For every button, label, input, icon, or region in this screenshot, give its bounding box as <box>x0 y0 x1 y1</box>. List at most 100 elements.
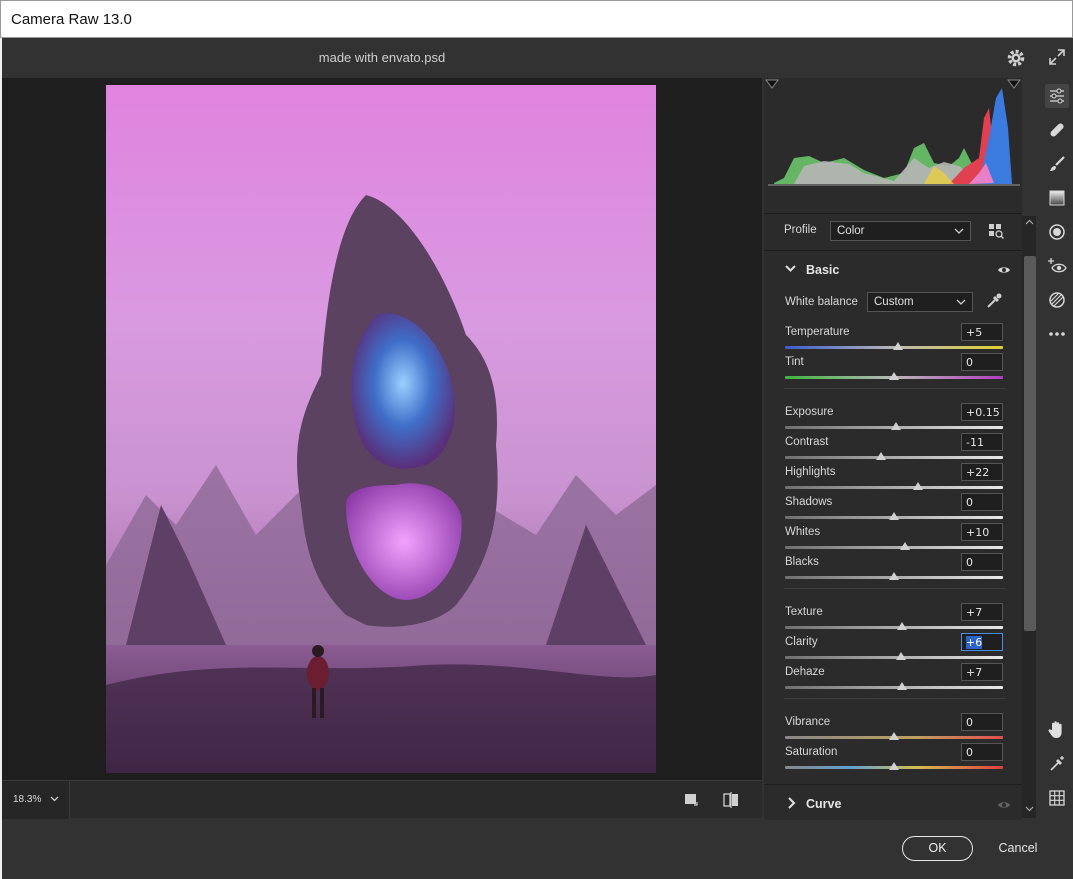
contrast-slider-thumb[interactable] <box>875 452 886 460</box>
profile-label: Profile <box>784 224 817 236</box>
histogram <box>764 78 1022 214</box>
profile-select[interactable]: Color <box>830 221 971 241</box>
whites-slider-row: Whites +10 <box>785 523 1005 556</box>
temperature-value: +5 <box>966 326 983 339</box>
blacks-slider-thumb[interactable] <box>889 572 899 580</box>
expand-icon[interactable] <box>1048 48 1066 66</box>
slider-group-divider <box>784 588 1006 589</box>
radial-filter-icon[interactable] <box>1045 220 1069 244</box>
clarity-slider-track[interactable] <box>785 656 1003 659</box>
temperature-slider-thumb[interactable] <box>893 342 904 350</box>
chevron-down-icon <box>785 265 796 272</box>
edit-sliders-icon[interactable] <box>1045 84 1069 108</box>
saturation-value: 0 <box>966 746 973 759</box>
window-title: Camera Raw 13.0 <box>11 11 132 28</box>
shadows-slider-thumb[interactable] <box>889 512 899 520</box>
exposure-value-field[interactable]: +0.15 <box>961 403 1003 421</box>
dehaze-slider-track[interactable] <box>785 686 1003 689</box>
eye-icon[interactable] <box>997 800 1011 810</box>
profile-browser-icon[interactable] <box>988 223 1004 239</box>
exposure-label: Exposure <box>785 406 834 418</box>
single-view-icon[interactable] <box>684 793 700 807</box>
shadows-value: 0 <box>966 496 973 509</box>
clarity-slider-thumb[interactable] <box>895 652 906 660</box>
texture-value-field[interactable]: +7 <box>961 603 1003 621</box>
blacks-value-field[interactable]: 0 <box>961 553 1003 571</box>
highlights-slider-track[interactable] <box>785 486 1003 489</box>
highlights-label: Highlights <box>785 466 836 478</box>
dehaze-slider-thumb[interactable] <box>896 682 907 690</box>
basic-section-header[interactable]: Basic <box>764 258 1022 282</box>
scrollbar-thumb[interactable] <box>1024 256 1036 631</box>
white-balance-select[interactable]: Custom <box>867 292 973 312</box>
tool-column <box>1040 78 1073 820</box>
title-bar: Camera Raw 13.0 <box>0 0 1073 38</box>
temperature-value-field[interactable]: +5 <box>961 323 1003 341</box>
dehaze-value: +7 <box>966 666 983 679</box>
chevron-right-icon <box>788 797 796 809</box>
photo-preview <box>106 85 656 773</box>
tint-slider-row: Tint 0 <box>785 353 1005 386</box>
tint-label: Tint <box>785 356 804 368</box>
healing-icon[interactable] <box>1045 118 1069 142</box>
highlights-value-field[interactable]: +22 <box>961 463 1003 481</box>
before-after-icon[interactable] <box>722 792 740 808</box>
highlights-value: +22 <box>966 466 990 479</box>
blacks-slider-row: Blacks 0 <box>785 553 1005 586</box>
temperature-slider-row: Temperature +5 <box>785 323 1005 356</box>
highlights-slider-thumb[interactable] <box>912 482 923 490</box>
vibrance-value: 0 <box>966 716 973 729</box>
tint-value-field[interactable]: 0 <box>961 353 1003 371</box>
exposure-slider-thumb[interactable] <box>891 422 902 430</box>
scroll-up-icon[interactable] <box>1025 219 1034 225</box>
scroll-down-icon[interactable] <box>1025 806 1034 812</box>
white-balance-label: White balance <box>785 296 858 308</box>
gear-icon[interactable] <box>1006 48 1026 68</box>
blacks-label: Blacks <box>785 556 819 568</box>
texture-slider-thumb[interactable] <box>896 622 907 630</box>
curve-section-header[interactable]: Curve <box>764 792 1022 816</box>
vibrance-label: Vibrance <box>785 716 831 728</box>
dialog-footer: OK Cancel <box>2 820 1073 879</box>
sampler-icon[interactable] <box>1045 752 1069 776</box>
dehaze-label: Dehaze <box>785 666 825 678</box>
contrast-value-field[interactable]: -11 <box>961 433 1003 451</box>
whites-value-field[interactable]: +10 <box>961 523 1003 541</box>
vibrance-value-field[interactable]: 0 <box>961 713 1003 731</box>
shadows-value-field[interactable]: 0 <box>961 493 1003 511</box>
clarity-value-field[interactable]: +6 <box>961 633 1003 651</box>
presets-icon[interactable] <box>1045 288 1069 312</box>
image-canvas[interactable] <box>2 78 762 780</box>
contrast-value: -11 <box>966 436 984 449</box>
canvas-bottom-bar: 18.3% <box>2 780 762 819</box>
more-icon[interactable] <box>1045 322 1069 346</box>
highlights-slider-row: Highlights +22 <box>785 463 1005 496</box>
grid-icon[interactable] <box>1045 786 1069 810</box>
hand-icon[interactable] <box>1045 718 1069 742</box>
exposure-slider-row: Exposure +0.15 <box>785 403 1005 436</box>
vibrance-slider-thumb[interactable] <box>889 732 899 740</box>
tint-slider-thumb[interactable] <box>889 372 899 380</box>
whites-slider-track[interactable] <box>785 546 1003 549</box>
saturation-label: Saturation <box>785 746 838 758</box>
texture-label: Texture <box>785 606 823 618</box>
eyedropper-icon[interactable] <box>985 292 1003 310</box>
saturation-slider-thumb[interactable] <box>889 762 899 770</box>
gradient-icon[interactable] <box>1045 186 1069 210</box>
red-eye-icon[interactable] <box>1045 254 1069 278</box>
whites-slider-thumb[interactable] <box>899 542 910 550</box>
exposure-value: +0.15 <box>966 406 1000 419</box>
zoom-select[interactable]: 18.3% <box>2 781 70 819</box>
cancel-button[interactable]: Cancel <box>992 841 1044 855</box>
dehaze-value-field[interactable]: +7 <box>961 663 1003 681</box>
eye-icon[interactable] <box>997 265 1011 275</box>
brush-icon[interactable] <box>1045 152 1069 176</box>
contrast-slider-track[interactable] <box>785 456 1003 459</box>
texture-slider-row: Texture +7 <box>785 603 1005 636</box>
ok-button[interactable]: OK <box>902 836 973 861</box>
saturation-value-field[interactable]: 0 <box>961 743 1003 761</box>
document-name: made with envato.psd <box>318 50 446 65</box>
panel-scrollbar[interactable] <box>1022 216 1036 818</box>
shadow-clipping-icon <box>765 79 779 89</box>
texture-slider-track[interactable] <box>785 626 1003 629</box>
